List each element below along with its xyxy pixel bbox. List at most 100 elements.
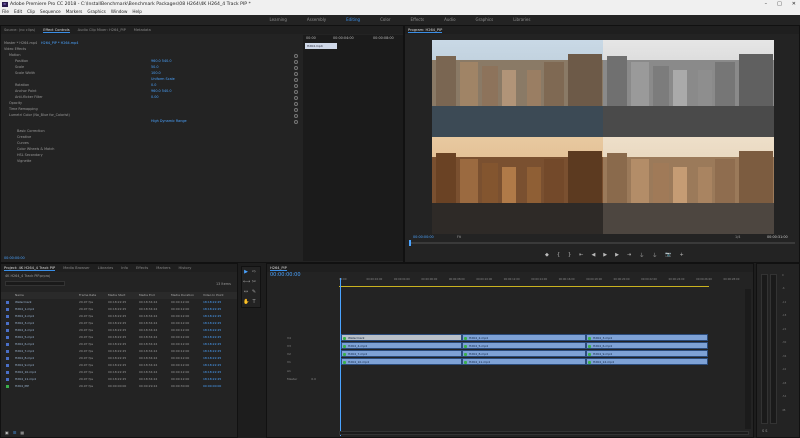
project-list-item[interactable]: H264_2.mp4 29.97 fps 00:18:22:25 00:18:34:2…: [1, 313, 237, 320]
clip-v1-b[interactable]: H264_11.mp4: [462, 358, 586, 365]
step-forward-icon[interactable]: ▶: [615, 252, 619, 259]
clip-v3-a[interactable]: H264_4.mp4: [341, 342, 462, 349]
project-list-item[interactable]: H264_1.mp4 29.97 fps 00:18:22:25 00:18:34:2…: [1, 306, 237, 313]
col-media-end[interactable]: Media End: [139, 292, 155, 299]
timeline-ruler[interactable]: 00:00 00:00:02:00 00:00:04:00 00:00:06:00 00…: [339, 278, 751, 286]
work-area-bar[interactable]: [339, 286, 709, 287]
lock-icon[interactable]: ▣: [5, 430, 9, 435]
reset-parameter-icon[interactable]: [294, 54, 298, 58]
project-list-item[interactable]: Watermark 29.97 fps 00:18:22:25 00:18:34:24…: [1, 299, 237, 306]
reset-parameter-icon[interactable]: [294, 72, 298, 76]
reset-parameter-icon[interactable]: [294, 102, 298, 106]
reset-parameter-icon[interactable]: [294, 108, 298, 112]
clip-v1-a[interactable]: H264_10.mp4: [341, 358, 462, 365]
workspace-audio[interactable]: Audio: [434, 15, 465, 25]
project-search-input[interactable]: [5, 281, 65, 286]
col-video-in-point[interactable]: Video In Point: [203, 292, 224, 299]
clip-watermark[interactable]: Watermark: [341, 334, 462, 341]
tab-sequence[interactable]: H264_PIP: [270, 266, 287, 271]
tab-effect-controls[interactable]: Effect Controls: [43, 28, 70, 33]
solo-buttons[interactable]: S S: [762, 429, 767, 435]
timeline-horizontal-scrollbar[interactable]: [339, 431, 749, 435]
reset-parameter-icon[interactable]: [294, 96, 298, 100]
clip-selector[interactable]: H264_PIP * H264.mp4: [41, 41, 78, 47]
workspace-assembly[interactable]: Assembly: [297, 15, 336, 25]
fx-row-value[interactable]: Uniform Scale: [151, 77, 175, 83]
reset-parameter-icon[interactable]: [294, 90, 298, 94]
fx-row-value[interactable]: 100.0: [151, 71, 161, 77]
timeline-playhead[interactable]: [340, 278, 341, 436]
resolution-dropdown[interactable]: 1/4: [735, 235, 740, 241]
tab-effects[interactable]: Effects: [136, 266, 148, 270]
tab-history[interactable]: History: [179, 266, 192, 270]
project-list-item[interactable]: H264_6.mp4 29.97 fps 00:18:22:25 00:18:34:2…: [1, 341, 237, 348]
fx-row-value[interactable]: 960.0 540.0: [151, 89, 172, 95]
fx-row-value[interactable]: 50.0: [151, 65, 159, 71]
razor-icon[interactable]: ✂: [251, 279, 257, 285]
list-view-icon[interactable]: ☰: [13, 430, 17, 435]
lift-icon[interactable]: ⏚: [639, 252, 644, 259]
fx-clip-bar[interactable]: H264.mp4: [305, 43, 337, 49]
out-icon[interactable]: }: [568, 252, 571, 259]
clip-v1-c[interactable]: H264_12.mp4: [586, 358, 708, 365]
extract-icon[interactable]: ⏚: [652, 252, 657, 259]
lumetri-section[interactable]: Color Wheels & Match: [17, 147, 54, 153]
track-select-icon[interactable]: ⇨: [251, 269, 257, 275]
workspace-graphics[interactable]: Graphics: [466, 15, 504, 25]
clip-v2-b[interactable]: H264_8.mp4: [462, 350, 586, 357]
play-icon[interactable]: ▶: [603, 252, 607, 259]
lumetri-section[interactable]: Vignette: [17, 159, 31, 165]
tab-libraries[interactable]: Libraries: [98, 266, 114, 270]
go-to-out-icon[interactable]: ⇥: [627, 252, 631, 259]
clip-v2-c[interactable]: H264_9.mp4: [586, 350, 708, 357]
project-list-item[interactable]: H264_8.mp4 29.97 fps 00:18:22:25 00:18:34:2…: [1, 355, 237, 362]
program-playhead[interactable]: [409, 240, 411, 246]
project-list-item[interactable]: H264_10.mp4 29.97 fps 00:18:22:25 00:18:34:…: [1, 369, 237, 376]
close-button[interactable]: ✕: [792, 0, 796, 9]
tab-metadata[interactable]: Metadata: [134, 28, 151, 32]
col-media-duration[interactable]: Media Duration: [171, 292, 194, 299]
project-list-item[interactable]: H264_4.mp4 29.97 fps 00:18:22:25 00:18:34:2…: [1, 327, 237, 334]
lumetri-section[interactable]: Creative: [17, 135, 31, 141]
reset-parameter-icon[interactable]: [294, 120, 298, 124]
slip-icon[interactable]: ↔: [243, 289, 249, 295]
go-to-in-icon[interactable]: ⇤: [579, 252, 583, 259]
button-editor-icon[interactable]: +: [679, 252, 683, 259]
step-back-icon[interactable]: ◀: [591, 252, 595, 259]
clip-v3-b[interactable]: H264_5.mp4: [462, 342, 586, 349]
project-list-item[interactable]: H264_9.mp4 29.97 fps 00:18:22:25 00:18:34:2…: [1, 362, 237, 369]
fx-row-value[interactable]: 0.00: [151, 95, 159, 101]
project-list-item[interactable]: H264_3.mp4 29.97 fps 00:18:22:25 00:18:34:2…: [1, 320, 237, 327]
lumetri-section[interactable]: HSL Secondary: [17, 153, 43, 159]
lumetri-section[interactable]: Basic Correction: [17, 129, 45, 135]
in-icon[interactable]: {: [557, 252, 560, 259]
reset-parameter-icon[interactable]: [294, 84, 298, 88]
tab-info[interactable]: Info: [121, 266, 128, 270]
maximize-button[interactable]: □: [777, 0, 782, 9]
program-scrubber[interactable]: [409, 242, 795, 244]
tab-markers[interactable]: Markers: [156, 266, 170, 270]
reset-parameter-icon[interactable]: [294, 60, 298, 64]
reset-parameter-icon[interactable]: [294, 66, 298, 70]
fx-row-value[interactable]: 960.0 540.0: [151, 59, 172, 65]
workspace-editing[interactable]: Editing: [336, 15, 370, 25]
tab-media-browser[interactable]: Media Browser: [63, 266, 90, 270]
workspace-color[interactable]: Color: [370, 15, 400, 25]
icon-view-icon[interactable]: ▦: [20, 430, 24, 435]
tab-audio-clip-mixer[interactable]: Audio Clip Mixer: H264_PIP: [78, 28, 126, 32]
col-name[interactable]: Name: [15, 292, 24, 299]
reset-parameter-icon[interactable]: [294, 78, 298, 82]
selection-tool-icon[interactable]: ▶: [243, 269, 249, 275]
hand-icon[interactable]: ✋: [243, 299, 249, 305]
reset-parameter-icon[interactable]: [294, 114, 298, 118]
col-frame-rate[interactable]: Frame Rate: [79, 292, 96, 299]
workspace-effects[interactable]: Effects: [401, 15, 435, 25]
clip-v4-c[interactable]: H264_3.mp4: [586, 334, 708, 341]
tab-project[interactable]: Project: 4K H264_4 Track PIP: [4, 266, 56, 271]
program-timecode[interactable]: 00:00:00:00: [413, 235, 434, 241]
col-media-start[interactable]: Media Start: [108, 292, 125, 299]
type-icon[interactable]: T: [251, 299, 257, 305]
project-list-item[interactable]: H264_7.mp4 29.97 fps 00:18:22:25 00:18:34:2…: [1, 348, 237, 355]
tab-source[interactable]: Source: (no clips): [4, 28, 35, 32]
marker-icon[interactable]: ◆: [545, 252, 549, 259]
